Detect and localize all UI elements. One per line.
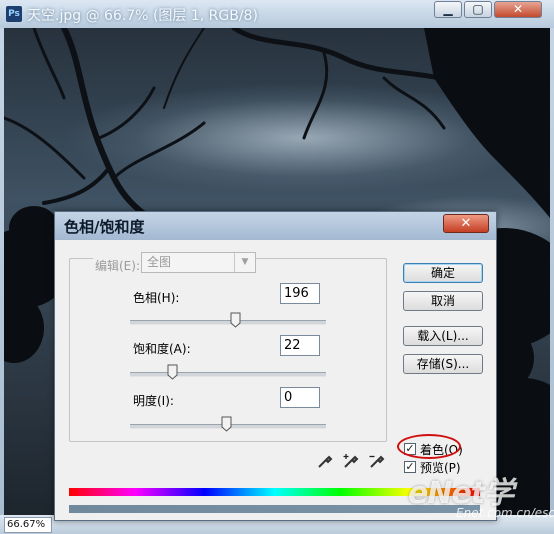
load-button[interactable]: 载入(L)... (403, 326, 483, 346)
watermark-url: Enet.com.cn/eschool (456, 506, 554, 520)
colorize-highlight-ellipse (397, 434, 461, 459)
ok-button[interactable]: 确定 (403, 263, 483, 283)
lightness-label: 明度(I): (133, 394, 174, 408)
document-titlebar[interactable]: Ps 天空.jpg @ 66.7% (图层 1, RGB/8) ▁ ▢ ✕ (0, 0, 554, 28)
lightness-input[interactable]: 0 (280, 387, 320, 408)
zoom-field[interactable]: 66.67% (4, 517, 52, 533)
eyedropper-icon[interactable] (316, 452, 334, 470)
adjustment-group (69, 258, 387, 442)
saturation-slider-thumb[interactable] (167, 364, 178, 380)
close-icon: ✕ (460, 216, 472, 231)
minimize-button[interactable]: ▁ (434, 1, 462, 18)
document-title: 天空.jpg @ 66.7% (图层 1, RGB/8) (27, 8, 258, 24)
chevron-down-icon: ▼ (234, 253, 255, 272)
edit-dropdown-value: 全图 (147, 255, 172, 269)
close-icon: ✕ (512, 2, 524, 16)
eyedropper-plus-icon[interactable] (342, 452, 360, 470)
cancel-button[interactable]: 取消 (403, 291, 483, 311)
close-button[interactable]: ✕ (494, 1, 542, 18)
eyedropper-minus-icon[interactable] (368, 452, 386, 470)
save-button[interactable]: 存储(S)... (403, 354, 483, 374)
edit-dropdown[interactable]: 全图 ▼ (141, 252, 256, 273)
saturation-input[interactable]: 22 (280, 335, 320, 356)
dialog-titlebar[interactable]: 色相/饱和度 ✕ (55, 212, 496, 240)
dialog-close-button[interactable]: ✕ (443, 214, 489, 233)
saturation-label: 饱和度(A): (133, 342, 191, 356)
lightness-slider-thumb[interactable] (221, 416, 232, 432)
edit-label: 编辑(E): (93, 257, 142, 274)
hue-slider-track[interactable] (130, 320, 326, 325)
hue-label: 色相(H): (133, 291, 180, 305)
minimize-icon: ▁ (443, 2, 453, 16)
dialog-title: 色相/饱和度 (64, 218, 145, 236)
maximize-icon: ▢ (472, 2, 484, 16)
saturation-slider-track[interactable] (130, 372, 326, 377)
hue-input[interactable]: 196 (280, 283, 320, 304)
photoshop-icon: Ps (6, 6, 22, 22)
maximize-button[interactable]: ▢ (464, 1, 492, 18)
hue-slider-thumb[interactable] (230, 312, 241, 328)
